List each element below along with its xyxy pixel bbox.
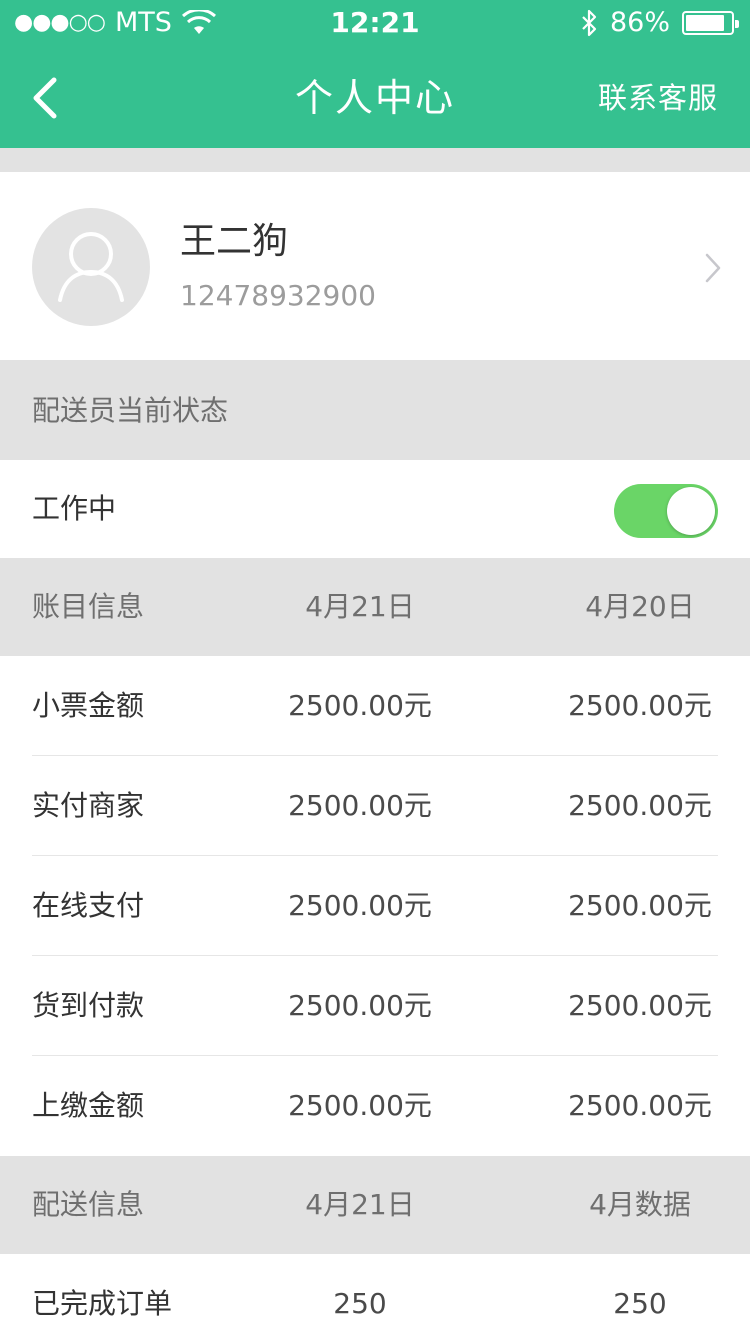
battery-percent: 86% bbox=[609, 7, 670, 38]
account-row: 货到付款 2500.00元 2500.00元 bbox=[0, 956, 750, 1056]
user-phone: 12478932900 bbox=[180, 279, 376, 312]
work-status-row: 工作中 bbox=[0, 460, 750, 558]
user-name: 王二狗 bbox=[180, 221, 289, 262]
account-row-value-1: 2500.00元 bbox=[288, 889, 432, 922]
account-section-header: 账目信息 4月21日 4月20日 bbox=[0, 558, 750, 656]
status-section-title: 配送员当前状态 bbox=[32, 394, 229, 427]
account-row-value-1: 2500.00元 bbox=[288, 989, 432, 1022]
delivery-row-value-1: 250 bbox=[333, 1287, 387, 1320]
delivery-row-value-2: 250 bbox=[613, 1287, 667, 1320]
battery-icon bbox=[682, 11, 739, 35]
delivery-header-date-2: 4月数据 bbox=[589, 1188, 691, 1221]
account-row: 实付商家 2500.00元 2500.00元 bbox=[0, 756, 750, 856]
account-row-label: 实付商家 bbox=[32, 789, 145, 822]
account-row-label: 货到付款 bbox=[32, 989, 145, 1022]
delivery-section-header: 配送信息 4月21日 4月数据 bbox=[0, 1156, 750, 1254]
contact-support-button[interactable]: 联系客服 bbox=[598, 78, 718, 118]
account-row-value-2: 2500.00元 bbox=[568, 689, 712, 722]
chevron-right-icon[interactable] bbox=[704, 252, 722, 284]
battery-fill bbox=[686, 15, 724, 31]
account-row-value-2: 2500.00元 bbox=[568, 889, 712, 922]
account-row-value-2: 2500.00元 bbox=[568, 789, 712, 822]
work-status-toggle[interactable] bbox=[614, 484, 718, 538]
delivery-row-label: 已完成订单 bbox=[32, 1287, 173, 1320]
account-row-value-1: 2500.00元 bbox=[288, 689, 432, 722]
top-bar: ●●●○○ MTS 12:21 86% 个人中心 联系客服 bbox=[0, 0, 750, 148]
account-header-date-1: 4月21日 bbox=[305, 590, 415, 623]
account-row: 小票金额 2500.00元 2500.00元 bbox=[0, 656, 750, 756]
account-row-value-2: 2500.00元 bbox=[568, 1089, 712, 1122]
delivery-header-label: 配送信息 bbox=[32, 1188, 145, 1221]
account-row: 在线支付 2500.00元 2500.00元 bbox=[0, 856, 750, 956]
account-header-date-2: 4月20日 bbox=[585, 590, 695, 623]
account-header-label: 账目信息 bbox=[32, 590, 145, 623]
account-row-label: 上缴金额 bbox=[32, 1089, 145, 1122]
account-row-label: 在线支付 bbox=[32, 889, 145, 922]
status-right: 86% bbox=[580, 7, 739, 38]
delivery-header-date-1: 4月21日 bbox=[305, 1188, 415, 1221]
delivery-row: 已完成订单 250 250 bbox=[0, 1254, 750, 1334]
status-bar: ●●●○○ MTS 12:21 86% bbox=[0, 0, 750, 48]
avatar[interactable] bbox=[32, 208, 150, 326]
work-status-label: 工作中 bbox=[32, 492, 117, 525]
nav-bar: 个人中心 联系客服 bbox=[0, 48, 750, 148]
status-section-header: 配送员当前状态 bbox=[0, 362, 750, 460]
account-row-value-1: 2500.00元 bbox=[288, 1089, 432, 1122]
account-row-value-2: 2500.00元 bbox=[568, 989, 712, 1022]
account-row: 上缴金额 2500.00元 2500.00元 bbox=[0, 1056, 750, 1156]
screen: ●●●○○ MTS 12:21 86% 个人中心 联系客服 王二狗 124789… bbox=[0, 0, 750, 1334]
account-row-value-1: 2500.00元 bbox=[288, 789, 432, 822]
profile-card[interactable]: 王二狗 12478932900 bbox=[0, 172, 750, 360]
battery-tip bbox=[735, 20, 739, 28]
user-avatar-icon bbox=[58, 232, 124, 302]
account-row-label: 小票金额 bbox=[32, 689, 145, 722]
toggle-knob bbox=[667, 487, 715, 535]
bluetooth-icon bbox=[582, 9, 597, 37]
